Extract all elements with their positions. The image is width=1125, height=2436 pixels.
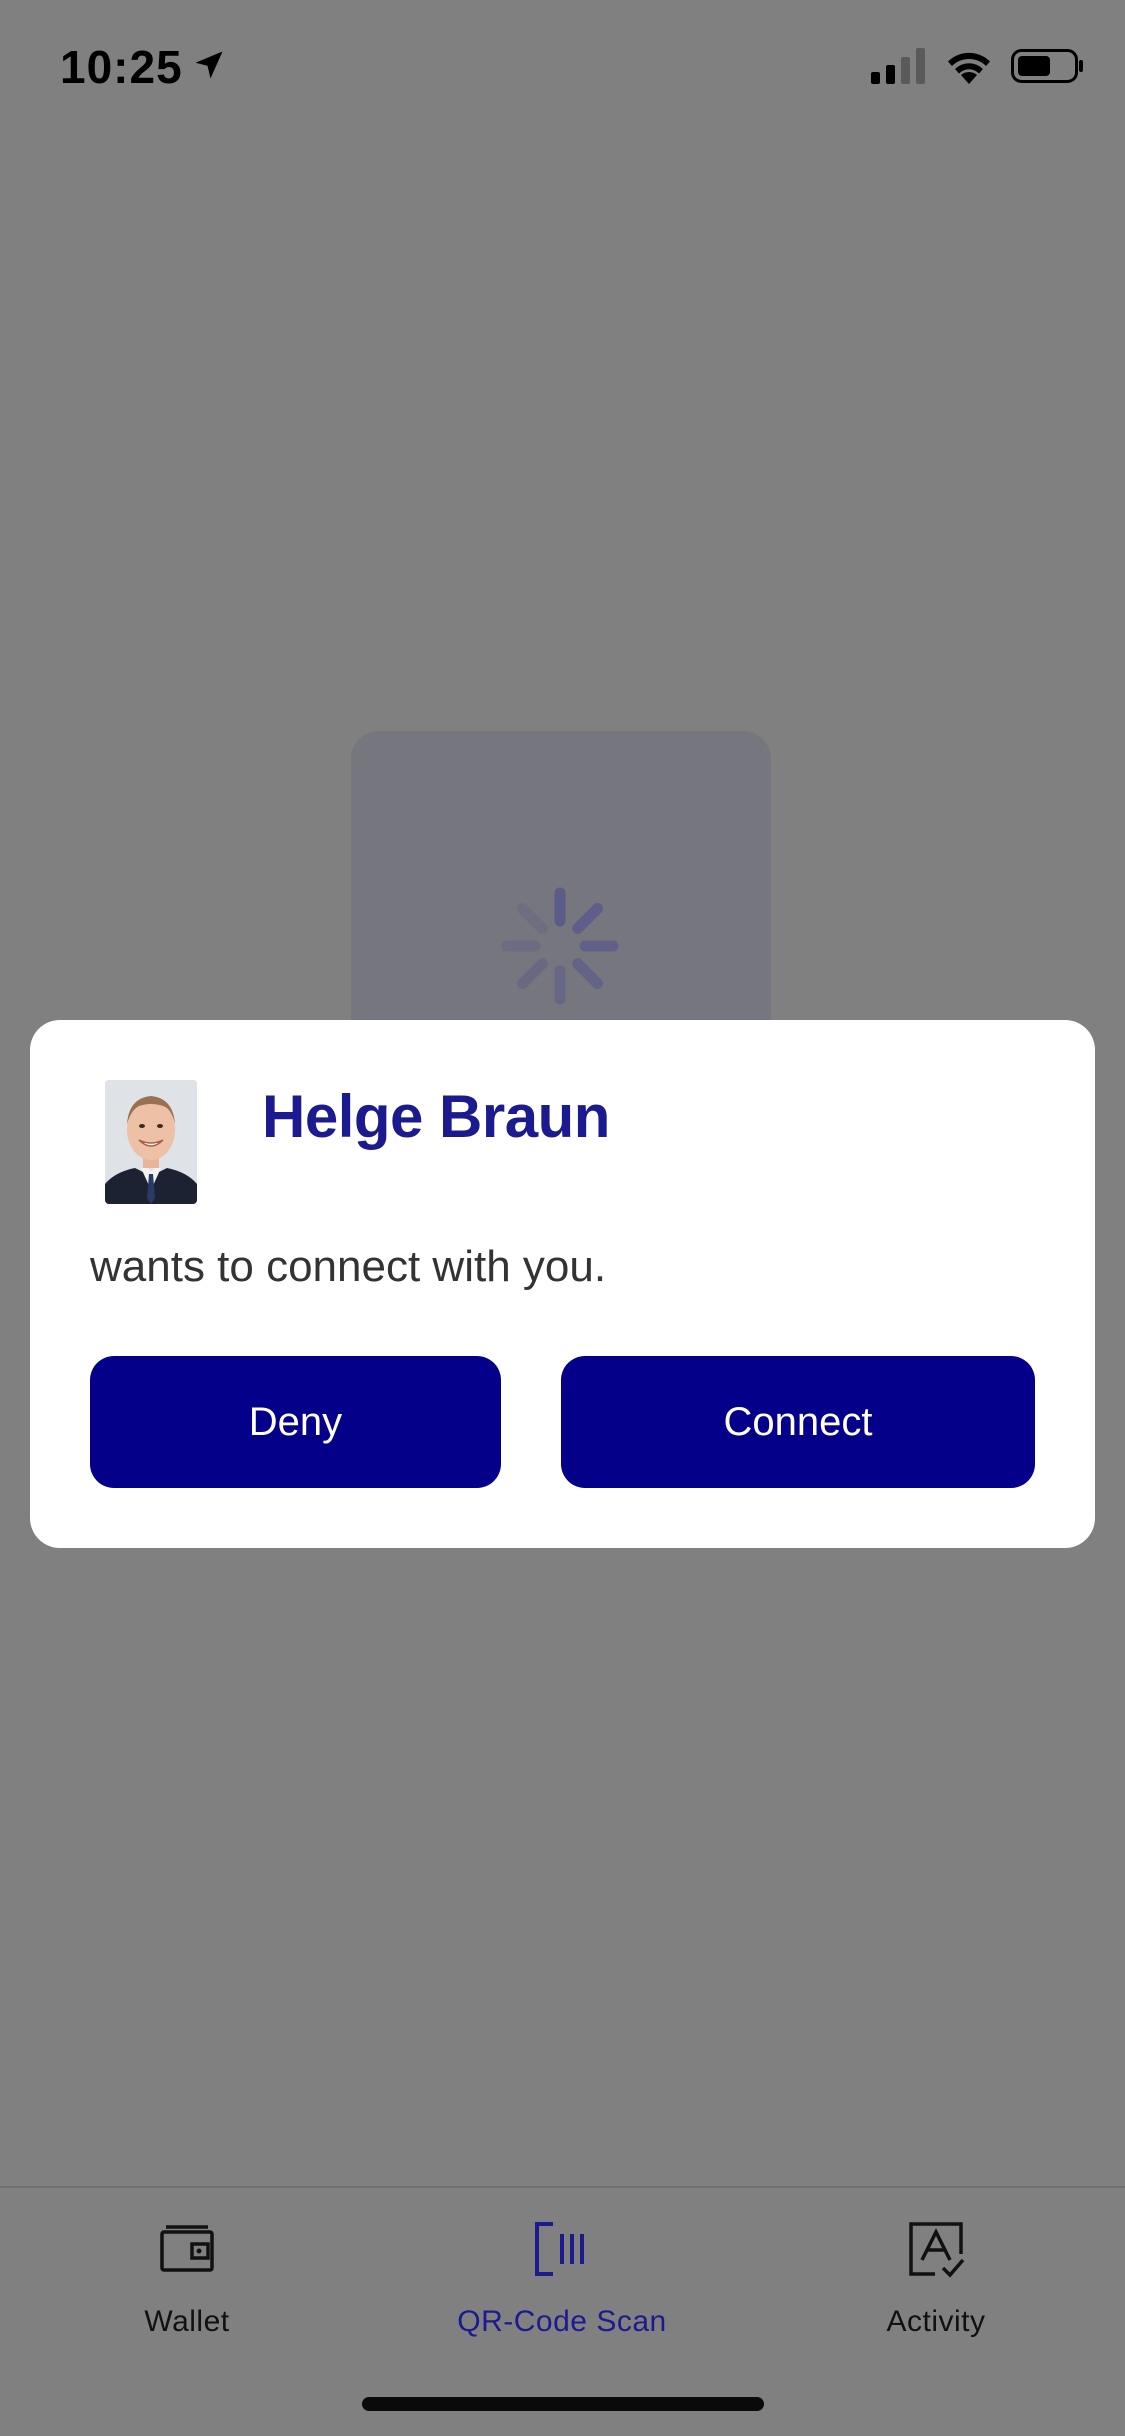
- home-indicator[interactable]: [362, 2397, 764, 2411]
- deny-button[interactable]: Deny: [90, 1356, 501, 1488]
- avatar: [105, 1080, 197, 1204]
- location-arrow-icon: [191, 40, 227, 94]
- battery-icon: [1011, 48, 1085, 89]
- tab-wallet[interactable]: Wallet: [57, 2218, 317, 2339]
- tab-label-wallet: Wallet: [144, 2305, 230, 2338]
- wifi-icon: [945, 48, 993, 89]
- status-icons: [871, 48, 1085, 89]
- status-time: 10:25: [60, 40, 227, 94]
- time-label: 10:25: [60, 41, 183, 93]
- cellular-signal-icon: [871, 48, 927, 89]
- qr-scan-icon: [531, 2218, 593, 2285]
- contact-name: Helge Braun: [262, 1083, 610, 1150]
- activity-check-icon: [905, 2218, 967, 2285]
- status-bar: 10:25: [0, 0, 1125, 140]
- tab-label-qr-code-scan: QR-Code Scan: [457, 2305, 667, 2338]
- tab-qr-code-scan[interactable]: QR-Code Scan: [432, 2218, 692, 2339]
- connect-button[interactable]: Connect: [561, 1356, 1035, 1488]
- tab-label-activity: Activity: [886, 2305, 986, 2338]
- wallet-icon: [156, 2218, 218, 2285]
- tab-activity[interactable]: Activity: [806, 2218, 1066, 2339]
- activity-spinner-icon: [495, 881, 625, 1011]
- connect-request-dialog: Helge Braun wants to connect with you. D…: [30, 1020, 1095, 1548]
- dialog-message: wants to connect with you.: [90, 1242, 607, 1291]
